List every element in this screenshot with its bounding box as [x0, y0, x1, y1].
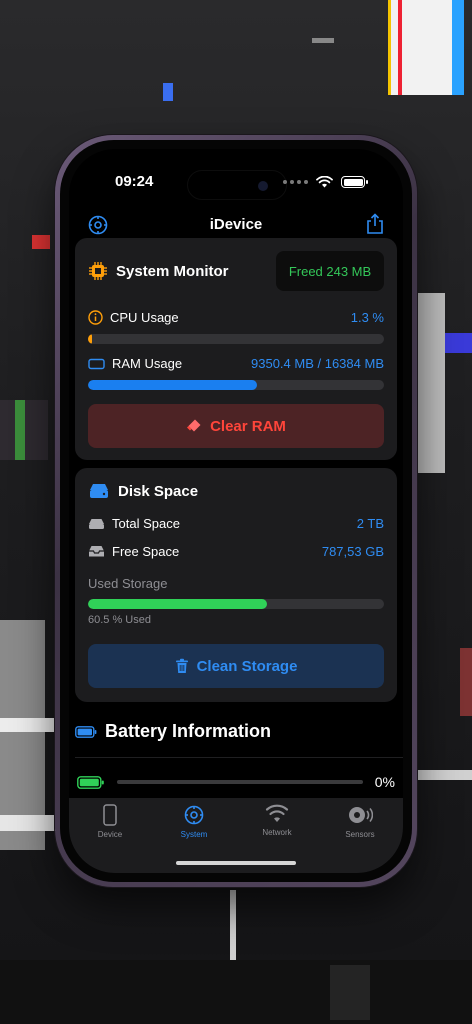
tab-network[interactable]: Network [247, 804, 307, 837]
free-space-label: Free Space [112, 544, 180, 559]
cpu-usage-value: 1.3 % [350, 310, 384, 325]
battery-section-header: Battery Information [75, 721, 271, 742]
cpu-usage-bar [88, 334, 384, 344]
clear-ram-label: Clear RAM [210, 417, 286, 435]
system-monitor-card: System Monitor Freed 243 MB CPU Usage 1.… [75, 238, 397, 460]
info-icon [88, 310, 103, 325]
total-space-row: Total Space 2 TB [88, 516, 384, 531]
tab-system-label: System [180, 830, 208, 839]
cpu-chip-icon [89, 262, 107, 280]
free-space-row: Free Space 787,53 GB [88, 544, 384, 559]
memory-icon [88, 358, 105, 369]
clear-ram-button[interactable]: Clear RAM [88, 404, 384, 448]
eraser-icon [187, 419, 201, 432]
tab-sensors[interactable]: Sensors [330, 804, 390, 839]
navigation-bar: iDevice [69, 211, 403, 241]
disk-space-title: Disk Space [118, 482, 199, 500]
tab-device-label: Device [97, 830, 123, 839]
ram-usage-bar [88, 380, 384, 390]
battery-status-icon [341, 176, 368, 188]
total-space-value: 2 TB [356, 516, 384, 531]
gear-icon [184, 805, 204, 825]
trash-icon [175, 658, 188, 673]
used-storage-fill [88, 599, 268, 609]
tab-sensors-label: Sensors [345, 830, 375, 839]
disk-space-header: Disk Space [88, 482, 198, 500]
free-space-value: 787,53 GB [321, 544, 384, 559]
signal-icon [283, 180, 308, 184]
battery-level-bar [117, 780, 363, 784]
home-indicator [176, 861, 296, 865]
used-storage-bar [88, 599, 384, 609]
clean-storage-label: Clean Storage [196, 657, 298, 675]
tab-device[interactable]: Device [80, 804, 140, 839]
ram-usage-row: RAM Usage 9350.4 MB / 16384 MB [88, 356, 384, 371]
tab-bar: Device System Network Sensors [69, 798, 403, 873]
disk-icon [90, 484, 108, 498]
tab-system[interactable]: System [164, 804, 224, 839]
battery-divider [75, 757, 403, 758]
phone-icon [103, 804, 117, 826]
hard-drive-icon [89, 518, 104, 529]
share-icon [367, 213, 383, 234]
used-storage-label: Used Storage [88, 576, 168, 591]
tray-icon [89, 546, 104, 557]
clean-storage-button[interactable]: Clean Storage [88, 644, 384, 688]
wifi-icon [265, 804, 289, 822]
battery-title: Battery Information [105, 721, 272, 741]
page-title: iDevice [209, 216, 263, 233]
status-time: 09:24 [115, 173, 154, 190]
battery-level-row: 0% [77, 774, 395, 790]
battery-level-icon [77, 775, 104, 789]
share-button[interactable] [365, 213, 385, 240]
system-monitor-title: System Monitor [116, 262, 229, 280]
freed-badge: Freed 243 MB [276, 251, 384, 291]
app-screen: 09:24 iDevice System Monitor Freed 243 M… [69, 149, 403, 873]
phone-frame: 09:24 iDevice System Monitor Freed 243 M… [55, 135, 417, 887]
ram-usage-fill [88, 380, 258, 390]
status-bar: 09:24 [69, 173, 403, 195]
used-storage-percent: 60.5 % Used [88, 614, 151, 626]
ram-usage-label: RAM Usage [112, 356, 183, 371]
cpu-usage-fill [88, 334, 92, 344]
total-space-label: Total Space [112, 516, 180, 531]
system-monitor-header: System Monitor [88, 261, 229, 281]
cpu-usage-label: CPU Usage [110, 310, 179, 325]
cpu-usage-row: CPU Usage 1.3 % [88, 310, 384, 325]
sensor-icon [349, 807, 373, 823]
disk-space-card: Disk Space Total Space 2 TB Free Space 7… [75, 468, 397, 702]
wifi-status-icon [316, 176, 333, 188]
battery-icon [75, 725, 97, 738]
tab-network-label: Network [262, 828, 292, 837]
ram-usage-value: 9350.4 MB / 16384 MB [251, 356, 384, 371]
battery-level-value: 0% [374, 774, 395, 790]
